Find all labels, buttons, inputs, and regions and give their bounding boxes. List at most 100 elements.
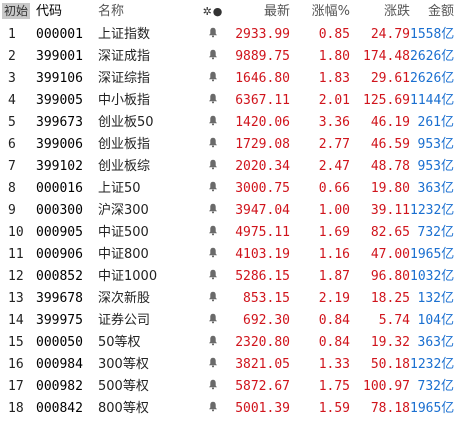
change-percent: 2.01 (318, 93, 350, 108)
table-row[interactable]: 12 000852 中证1000 5286.15 1.87 96.80 1032亿 (0, 266, 458, 288)
change-value: 47.00 (370, 247, 410, 262)
stock-code: 000982 (36, 379, 83, 394)
change-value: 29.61 (370, 71, 410, 86)
row-index: 3 (8, 71, 16, 86)
alert-bell-icon[interactable] (202, 354, 224, 377)
table-row[interactable]: 17 000982 500等权 5872.67 1.75 100.97 732亿 (0, 376, 458, 398)
alert-bell-icon[interactable] (202, 178, 224, 201)
alert-bell-icon[interactable] (202, 266, 224, 289)
stock-code: 399975 (36, 313, 83, 328)
latest-price: 5001.39 (235, 401, 290, 416)
stock-name: 50等权 (98, 335, 141, 350)
column-header-change-percent[interactable]: 涨幅% (290, 0, 350, 24)
stock-code: 000905 (36, 225, 83, 240)
alert-bell-icon[interactable] (202, 398, 224, 421)
alert-bell-icon[interactable] (202, 68, 224, 91)
stock-name: 上证指数 (98, 27, 151, 42)
latest-price: 9889.75 (235, 49, 290, 64)
stock-code: 399678 (36, 291, 83, 306)
alert-bell-icon[interactable] (202, 156, 224, 179)
table-row[interactable]: 11 000906 中证800 4103.19 1.16 47.00 1965亿 (0, 244, 458, 266)
column-header-code[interactable]: 代码 (36, 0, 98, 24)
table-row[interactable]: 15 000050 50等权 2320.80 0.84 19.32 363亿 (0, 332, 458, 354)
stock-code: 000842 (36, 401, 83, 416)
alert-bell-icon[interactable] (202, 90, 224, 113)
change-value: 48.78 (370, 159, 410, 174)
table-body: 1 000001 上证指数 2933.99 0.85 24.79 1558亿 2 399001 深… (0, 24, 458, 420)
table-row[interactable]: 1 000001 上证指数 2933.99 0.85 24.79 1558亿 (0, 24, 458, 46)
table-row[interactable]: 3 399106 深证综指 1646.80 1.83 29.61 2626亿 (0, 68, 458, 90)
row-index: 14 (8, 313, 24, 328)
reset-sort-label: 初始 (2, 3, 31, 19)
stock-name: 深证成指 (98, 49, 151, 64)
change-percent: 1.00 (318, 203, 350, 218)
alert-bell-icon[interactable] (202, 134, 224, 157)
column-header-change[interactable]: 涨跌 (350, 0, 410, 24)
table-row[interactable]: 7 399102 创业板综 2020.34 2.47 48.78 953亿 (0, 156, 458, 178)
alert-bell-icon[interactable] (202, 332, 224, 355)
change-percent: 0.84 (318, 313, 350, 328)
change-value: 19.32 (370, 335, 410, 350)
alert-bell-icon[interactable] (202, 310, 224, 333)
stock-name: 上证50 (98, 181, 141, 196)
table-row[interactable]: 14 399975 证券公司 692.30 0.84 5.74 104亿 (0, 310, 458, 332)
table-row[interactable]: 16 000984 300等权 3821.05 1.33 50.18 1232亿 (0, 354, 458, 376)
stock-code: 399006 (36, 137, 83, 152)
row-index: 7 (8, 159, 16, 174)
alert-bell-icon[interactable] (202, 112, 224, 135)
column-header-price[interactable]: 最新 (224, 0, 290, 24)
stock-code: 000906 (36, 247, 83, 262)
turnover-amount: 2626亿 (410, 71, 455, 86)
change-percent: 2.47 (318, 159, 350, 174)
change-value: 39.11 (370, 203, 410, 218)
change-value: 100.97 (363, 379, 410, 394)
alert-bell-icon[interactable] (202, 288, 224, 311)
change-percent: 0.85 (318, 27, 350, 42)
stock-name: 创业板指 (98, 137, 151, 152)
turnover-amount: 953亿 (417, 159, 454, 174)
stock-code: 399005 (36, 93, 83, 108)
alert-bell-icon[interactable] (202, 376, 224, 399)
row-index: 8 (8, 181, 16, 196)
table-row[interactable]: 5 399673 创业板50 1420.06 3.36 46.19 261亿 (0, 112, 458, 134)
change-value: 82.65 (370, 225, 410, 240)
alert-bell-icon[interactable] (202, 24, 224, 47)
change-value: 78.18 (370, 401, 410, 416)
row-index: 16 (8, 357, 24, 372)
change-percent: 0.66 (318, 181, 350, 196)
latest-price: 6367.11 (235, 93, 290, 108)
column-header-amount[interactable]: 金额 (410, 0, 458, 24)
column-header-alert-icons[interactable]: ✲● (202, 0, 224, 24)
stock-code: 000001 (36, 27, 83, 42)
table-row[interactable]: 8 000016 上证50 3000.75 0.66 19.80 363亿 (0, 178, 458, 200)
row-index: 9 (8, 203, 16, 218)
change-value: 18.25 (370, 291, 410, 306)
table-row[interactable]: 2 399001 深证成指 9889.75 1.80 174.48 2626亿 (0, 46, 458, 68)
alert-bell-icon[interactable] (202, 222, 224, 245)
change-percent: 1.16 (318, 247, 350, 262)
table-row[interactable]: 4 399005 中小板指 6367.11 2.01 125.69 1144亿 (0, 90, 458, 112)
change-percent: 1.83 (318, 71, 350, 86)
alert-bell-icon[interactable] (202, 244, 224, 267)
change-value: 46.59 (370, 137, 410, 152)
turnover-amount: 953亿 (417, 137, 454, 152)
change-percent: 3.36 (318, 115, 350, 130)
stock-name: 300等权 (98, 357, 149, 372)
change-value: 125.69 (363, 93, 410, 108)
column-header-name[interactable]: 名称 (98, 0, 202, 24)
row-index: 6 (8, 137, 16, 152)
table-row[interactable]: 13 399678 深次新股 853.15 2.19 18.25 132亿 (0, 288, 458, 310)
table-row[interactable]: 10 000905 中证500 4975.11 1.69 82.65 732亿 (0, 222, 458, 244)
row-index: 2 (8, 49, 16, 64)
reset-sort-button[interactable]: 初始 (0, 0, 36, 24)
alert-bell-icon[interactable] (202, 200, 224, 223)
turnover-amount: 104亿 (417, 313, 454, 328)
stock-name: 创业板综 (98, 159, 151, 174)
table-row[interactable]: 18 000842 800等权 5001.39 1.59 78.18 1965亿 (0, 398, 458, 420)
row-index: 11 (8, 247, 24, 262)
alert-bell-icon[interactable] (202, 46, 224, 69)
row-index: 10 (8, 225, 24, 240)
latest-price: 5286.15 (235, 269, 290, 284)
table-row[interactable]: 6 399006 创业板指 1729.08 2.77 46.59 953亿 (0, 134, 458, 156)
table-row[interactable]: 9 000300 沪深300 3947.04 1.00 39.11 1232亿 (0, 200, 458, 222)
